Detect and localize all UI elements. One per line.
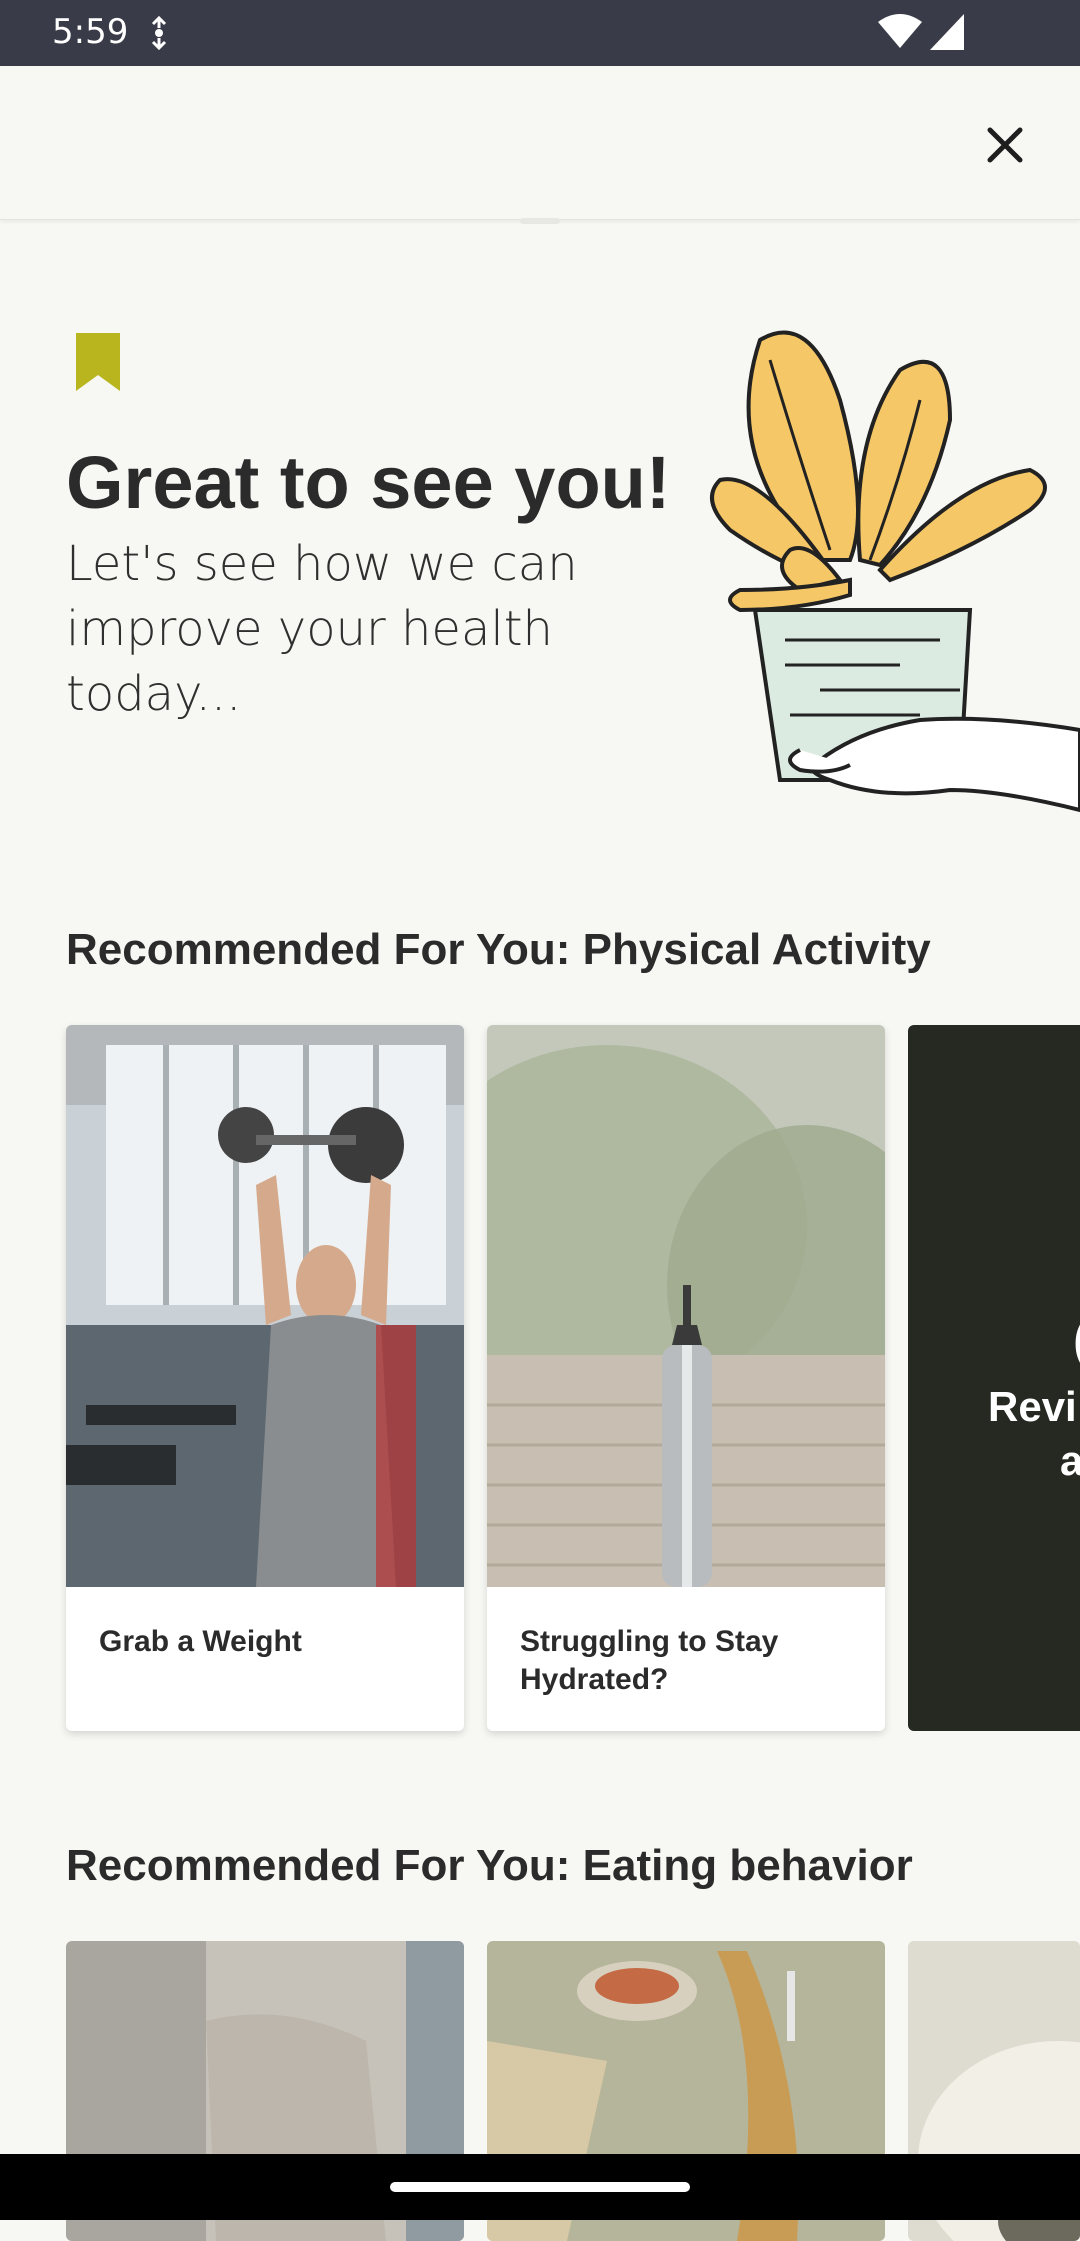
close-icon <box>987 127 1023 163</box>
hero-section: Great to see you! Let's see how we can i… <box>0 220 1080 860</box>
wifi-icon <box>878 14 922 55</box>
content-card-hydration[interactable]: Struggling to Stay Hydrated? <box>487 1025 885 1731</box>
card-label: Struggling to Stay Hydrated? <box>520 1625 779 1696</box>
card-label: Grab a Weight <box>99 1625 302 1658</box>
plant-illustration <box>700 320 1080 825</box>
greeting-subtitle: Let's see how we can improve your health… <box>66 536 578 722</box>
section-title-physical-activity: Recommended For You: Physical Activity <box>66 925 931 974</box>
card-label: Revi a <box>988 1383 1080 1484</box>
close-button[interactable] <box>970 110 1040 180</box>
card-partial-glyph: ( <box>1073 1310 1080 1370</box>
greeting-title: Great to see you! <box>66 441 671 524</box>
status-bar: 5:59 <box>0 0 1080 66</box>
section-title-eating-behavior: Recommended For You: Eating behavior <box>66 1841 913 1890</box>
home-gesture-pill[interactable] <box>390 2182 690 2192</box>
content-card-review[interactable]: ( Revi a <box>908 1025 1080 1731</box>
card-image-water-bottle <box>487 1025 885 1587</box>
system-nav-bar <box>0 2154 1080 2220</box>
bookmark-icon[interactable] <box>76 333 120 396</box>
content-card-grab-weight[interactable]: Grab a Weight <box>66 1025 464 1731</box>
signal-icon <box>930 14 964 55</box>
data-saver-icon <box>146 15 172 55</box>
status-time: 5:59 <box>52 12 129 52</box>
card-image-gym <box>66 1025 464 1587</box>
top-app-bar <box>0 66 1080 220</box>
